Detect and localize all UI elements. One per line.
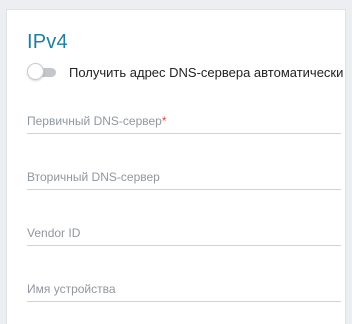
dns-auto-toggle[interactable] [27,63,57,81]
dns-auto-toggle-row[interactable]: Получить адрес DNS-сервера автоматически [27,63,343,81]
dns-auto-label: Получить адрес DNS-сервера автоматически [69,64,344,80]
primary-dns-field[interactable]: Первичный DNS-сервер* [27,111,341,134]
device-name-field[interactable]: Имя устройства [27,279,341,302]
vendor-id-field[interactable]: Vendor ID [27,223,341,246]
toggle-knob [27,63,44,80]
vendor-id-label: Vendor ID [27,226,81,240]
required-mark: * [161,114,167,128]
ipv4-settings-card: IPv4 Получить адрес DNS-сервера автомати… [6,9,346,324]
secondary-dns-field[interactable]: Вторичный DNS-сервер [27,167,341,190]
secondary-dns-label: Вторичный DNS-сервер [27,170,160,184]
device-name-label: Имя устройства [27,282,116,296]
section-title: IPv4 [27,31,68,53]
primary-dns-label: Первичный DNS-сервер* [27,114,167,128]
